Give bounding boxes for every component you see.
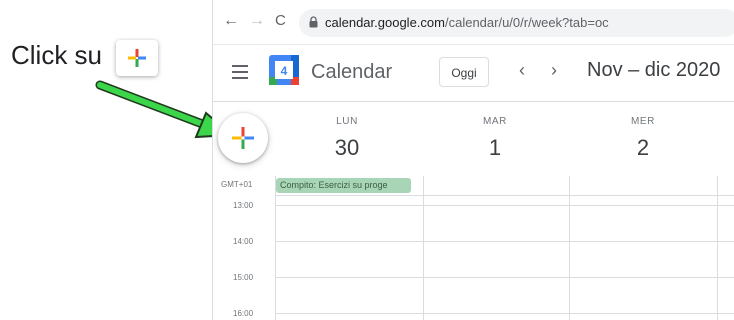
today-button[interactable]: Oggi — [439, 57, 489, 87]
back-icon[interactable]: ← — [223, 12, 239, 30]
url-text: calendar.google.com/calendar/u/0/r/week?… — [325, 15, 609, 30]
url-field[interactable]: calendar.google.com/calendar/u/0/r/week?… — [299, 9, 734, 37]
reload-icon[interactable]: C — [275, 12, 286, 29]
grid-column-line — [717, 176, 718, 320]
grid-column-line — [275, 176, 276, 320]
grid-column-line — [569, 176, 570, 320]
grid-row-line — [275, 313, 734, 314]
timezone-label: GMT+01 — [221, 180, 253, 189]
create-button[interactable] — [218, 113, 268, 163]
week-time-grid[interactable] — [275, 176, 734, 320]
grid-row-line — [275, 205, 734, 206]
hour-label: 13:00 — [233, 201, 254, 210]
day-header[interactable]: MER 2 — [593, 116, 693, 161]
hour-label: 14:00 — [233, 237, 254, 246]
calendar-header: 4 Calendar Oggi ‹ › Nov – dic 2020 — [213, 45, 734, 102]
hour-label: 15:00 — [233, 273, 254, 282]
calendar-logo-icon[interactable]: 4 — [269, 55, 299, 85]
url-path: /calendar/u/0/r/week?tab=oc — [444, 15, 609, 30]
grid-row-line — [275, 195, 734, 196]
calendar-logo-number: 4 — [281, 64, 288, 78]
date-range-title: Nov – dic 2020 — [587, 59, 721, 81]
day-header[interactable]: MAR 1 — [445, 116, 545, 161]
chevron-right-icon[interactable]: › — [551, 60, 557, 81]
day-header[interactable]: LUN 30 — [297, 116, 397, 161]
main-menu-icon[interactable] — [232, 65, 248, 79]
hour-label: 16:00 — [233, 309, 254, 318]
grid-row-line — [275, 277, 734, 278]
address-bar: ← → C calendar.google.com/calendar/u/0/r… — [213, 0, 734, 45]
day-name: LUN — [336, 116, 358, 127]
url-host: calendar.google.com — [325, 15, 445, 30]
day-number[interactable]: 1 — [445, 135, 545, 161]
lock-icon — [309, 16, 318, 28]
forward-icon[interactable]: → — [249, 12, 265, 30]
day-number[interactable]: 2 — [593, 135, 693, 161]
day-number[interactable]: 30 — [297, 135, 397, 161]
grid-row-line — [275, 241, 734, 242]
chevron-left-icon[interactable]: ‹ — [519, 60, 525, 81]
browser-window: ← → C calendar.google.com/calendar/u/0/r… — [212, 0, 734, 320]
app-title: Calendar — [311, 61, 393, 83]
grid-column-line — [423, 176, 424, 320]
day-name: MER — [630, 116, 656, 127]
day-name: MAR — [482, 116, 508, 127]
plus-icon — [232, 127, 254, 149]
